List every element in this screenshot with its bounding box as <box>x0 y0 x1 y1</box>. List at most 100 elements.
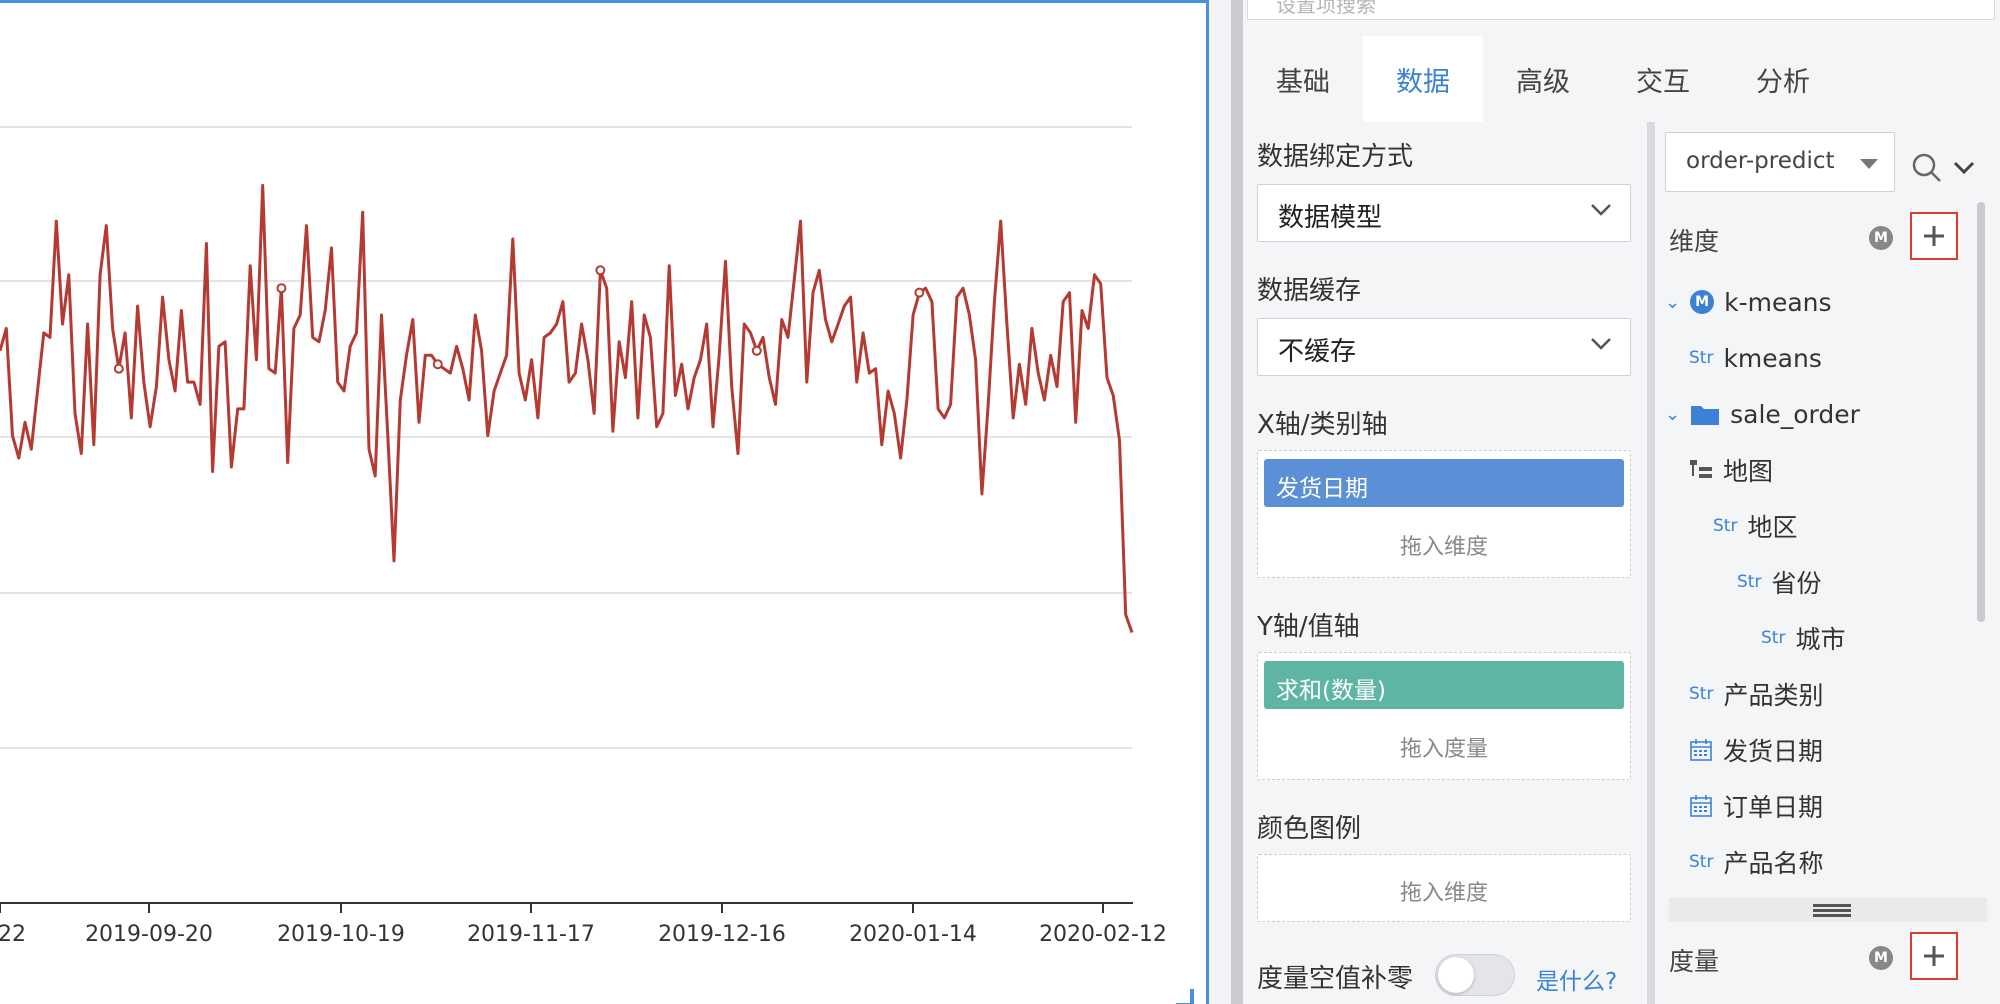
x-axis-label: X轴/类别轴 <box>1257 410 1388 440</box>
tree-item-order-date[interactable]: 订单日期 <box>1689 786 1823 826</box>
tree-item-label: 订单日期 <box>1723 793 1824 822</box>
resize-grip[interactable] <box>1669 898 1987 922</box>
binding-select[interactable]: 数据模型 <box>1257 184 1631 242</box>
string-type-icon: Str <box>1689 348 1714 368</box>
y-axis-drop-hint: 拖入度量 <box>1399 737 1488 762</box>
series-line <box>0 183 1134 633</box>
tree-item-map-hierarchy[interactable]: 地图 <box>1689 450 1773 490</box>
string-type-icon: Str <box>1713 516 1738 536</box>
toggle-knob <box>1438 957 1474 993</box>
line-chart: 22 2019-09-20 2019-10-19 2019-11-17 2019-12-… <box>0 126 1167 947</box>
string-type-icon: Str <box>1689 684 1714 704</box>
binding-value: 数据模型 <box>1278 203 1383 233</box>
data-point <box>914 287 925 298</box>
chevron-down-icon <box>1591 338 1611 350</box>
x-axis-field-pill[interactable]: 发货日期 <box>1264 459 1624 507</box>
data-point <box>113 363 124 374</box>
tab-interaction[interactable]: 交互 <box>1603 36 1723 122</box>
tree-item-kmeans[interactable]: Str kmeans <box>1689 338 1822 378</box>
tree-item-label: kmeans <box>1723 343 1822 373</box>
data-point <box>595 265 606 276</box>
tree-item-ship-date[interactable]: 发货日期 <box>1689 730 1823 770</box>
model-icon: M <box>1869 946 1893 970</box>
tree-scrollbar[interactable] <box>1977 202 1985 622</box>
y-axis-label: Y轴/值轴 <box>1257 612 1360 642</box>
tree-item-label: 产品名称 <box>1723 849 1824 878</box>
grip-line <box>1813 904 1851 907</box>
hierarchy-icon <box>1690 460 1712 478</box>
tree-item-kmeans-model[interactable]: ⌄ M k-means <box>1665 282 1832 322</box>
x-tick-label: 22 <box>0 922 26 947</box>
legend-label: 颜色图例 <box>1257 814 1362 844</box>
chart-canvas[interactable]: 22 2019-09-20 2019-10-19 2019-11-17 2019-12-… <box>0 0 1209 1004</box>
y-axis-dropzone[interactable]: 求和(数量) 拖入度量 <box>1257 652 1631 780</box>
tree-item-product-category[interactable]: Str 产品类别 <box>1689 674 1823 714</box>
datasource-select[interactable]: order-predict <box>1665 132 1895 192</box>
plus-icon <box>1924 946 1944 966</box>
tree-item-label: 地图 <box>1723 457 1774 486</box>
string-type-icon: Str <box>1737 572 1762 592</box>
legend-dropzone[interactable]: 拖入维度 <box>1257 854 1631 922</box>
model-icon: M <box>1869 226 1893 250</box>
panel-splitter[interactable] <box>1209 0 1243 1004</box>
x-tick-label: 2019-12-16 <box>658 922 786 947</box>
tree-item-sale-order[interactable]: ⌄ sale_order <box>1665 394 1860 434</box>
column-divider <box>1647 122 1655 1004</box>
model-icon: M <box>1690 290 1715 314</box>
dimensions-title: 维度 <box>1669 227 1720 256</box>
y-axis-field-pill[interactable]: 求和(数量) <box>1264 661 1624 709</box>
tree-item-city[interactable]: Str 城市 <box>1761 618 1845 658</box>
tree-item-label: sale_order <box>1730 399 1860 429</box>
x-tick-label: 2019-10-19 <box>277 922 405 947</box>
tab-basic[interactable]: 基础 <box>1243 36 1363 122</box>
add-dimension-button[interactable] <box>1910 212 1958 260</box>
tree-item-label: 产品类别 <box>1723 681 1824 710</box>
splitter-bar[interactable] <box>1231 0 1243 1004</box>
x-tick-label: 2020-02-12 <box>1039 922 1167 947</box>
tab-analysis[interactable]: 分析 <box>1723 36 1843 122</box>
chevron-down-icon[interactable]: ⌄ <box>1665 404 1680 425</box>
tab-data[interactable]: 数据 <box>1363 36 1483 122</box>
data-point <box>432 359 443 370</box>
x-tick-label: 2020-01-14 <box>849 922 977 947</box>
cache-select[interactable]: 不缓存 <box>1257 318 1631 376</box>
folder-icon <box>1691 406 1720 425</box>
chevron-down-icon[interactable]: ⌄ <box>1665 292 1680 313</box>
calendar-icon <box>1690 739 1712 761</box>
chevron-down-icon[interactable] <box>1953 160 1975 176</box>
x-axis-drop-hint: 拖入维度 <box>1399 535 1488 560</box>
settings-search-input[interactable]: 设置项搜索 <box>1247 0 1995 20</box>
plus-icon <box>1924 226 1944 246</box>
property-tabs: 基础 数据 高级 交互 分析 <box>1243 36 2000 122</box>
resize-handle[interactable] <box>1176 989 1194 1004</box>
datasource-value: order-predict <box>1686 148 1835 174</box>
tab-advanced[interactable]: 高级 <box>1483 36 1603 122</box>
calendar-icon <box>1690 795 1712 817</box>
search-placeholder: 设置项搜索 <box>1276 0 1376 17</box>
tree-item-product-name[interactable]: Str 产品名称 <box>1689 842 1823 882</box>
string-type-icon: Str <box>1689 852 1714 872</box>
grip-line <box>1813 914 1851 917</box>
tree-item-label: 地区 <box>1747 513 1798 542</box>
data-settings: 数据绑定方式 数据模型 数据缓存 不缓存 X轴/类别轴 发货日期 拖入维度 Y轴… <box>1243 122 1647 1004</box>
tree-item-label: 省份 <box>1771 569 1822 598</box>
x-tick-label: 2019-11-17 <box>467 922 595 947</box>
x-axis-dropzone[interactable]: 发货日期 拖入维度 <box>1257 450 1631 578</box>
tree-item-region[interactable]: Str 地区 <box>1713 506 1797 546</box>
cache-label: 数据缓存 <box>1257 276 1362 306</box>
tree-item-province[interactable]: Str 省份 <box>1737 562 1821 602</box>
field-browser: order-predict 维度 M ⌄ M k-means Str kmean… <box>1647 122 2000 1004</box>
search-icon[interactable] <box>1911 152 1943 184</box>
null-fill-toggle[interactable] <box>1435 954 1515 996</box>
data-point <box>751 345 762 356</box>
tree-item-label: k-means <box>1724 287 1832 317</box>
tree-item-label: 发货日期 <box>1723 737 1824 766</box>
add-measure-button[interactable] <box>1910 932 1958 980</box>
binding-label: 数据绑定方式 <box>1257 142 1414 172</box>
null-fill-label: 度量空值补零 <box>1257 964 1414 994</box>
what-is-this-link[interactable]: 是什么? <box>1536 962 1617 996</box>
measures-title: 度量 <box>1669 947 1720 976</box>
string-type-icon: Str <box>1761 628 1786 648</box>
dropdown-arrow-icon <box>1860 159 1878 169</box>
chevron-down-icon <box>1591 204 1611 216</box>
